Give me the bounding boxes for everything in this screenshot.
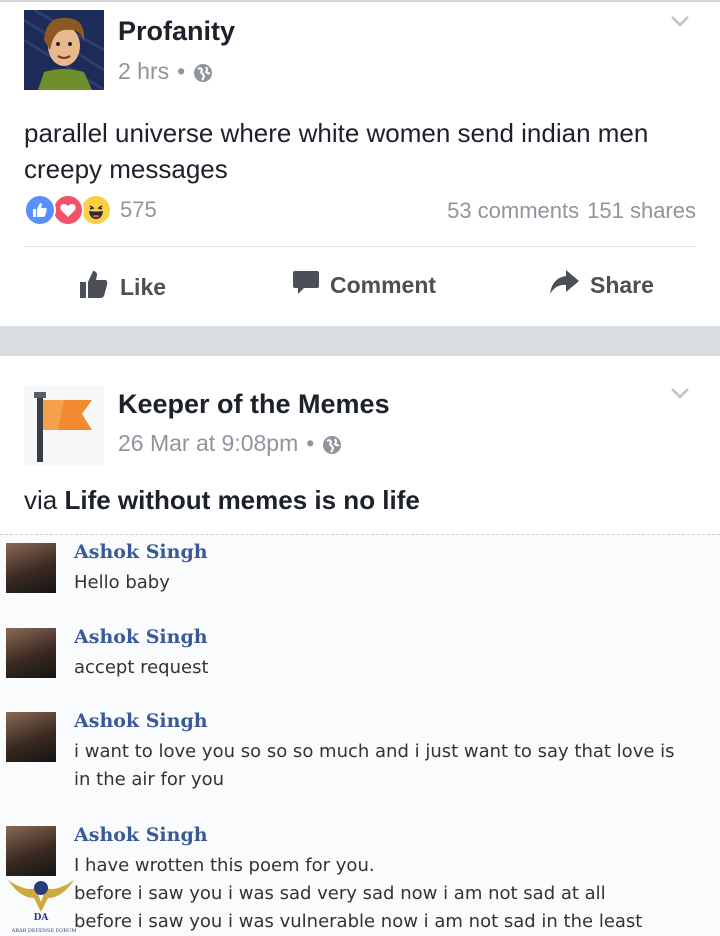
post-author[interactable]: Keeper of the Memes — [118, 389, 390, 420]
sender-name: Ashok Singh — [74, 541, 208, 563]
sender-name: Ashok Singh — [74, 824, 208, 846]
comment-label: Comment — [330, 271, 437, 298]
love-reaction-icon — [52, 194, 84, 226]
post-text: parallel universe where white women send… — [24, 118, 649, 184]
post-author[interactable]: Profanity — [118, 16, 235, 47]
via-line: via Life without memes is no life — [24, 485, 420, 516]
post-meta: 2 hrs • — [118, 58, 213, 85]
post-profanity: Profanity 2 hrs • parallel universe wher… — [0, 0, 720, 326]
watermark-text: ARAB DEFENSE FORUM — [11, 928, 77, 934]
meta-separator: • — [177, 58, 186, 84]
meta-separator: • — [306, 430, 315, 456]
globe-icon — [193, 62, 213, 82]
comment-button[interactable]: Comment — [292, 268, 436, 302]
reactions-count: 575 — [120, 197, 157, 222]
chevron-down-icon[interactable] — [670, 14, 690, 28]
engagement-counts: 53 comments 151 shares — [447, 198, 696, 224]
post-meta: 26 Mar at 9:08pm • — [118, 430, 342, 457]
shared-image-chat[interactable]: Ashok Singh Hello baby Ashok Singh accep… — [0, 534, 720, 936]
svg-text:DA: DA — [34, 913, 50, 922]
via-prefix: via — [24, 485, 58, 515]
shares-count[interactable]: 151 shares — [587, 198, 696, 224]
chevron-down-icon[interactable] — [670, 386, 690, 400]
message-text: i want to love you so so so much and i j… — [74, 741, 675, 790]
sender-avatar — [6, 628, 56, 678]
message-text: Hello baby — [74, 572, 170, 593]
like-button[interactable]: Like — [78, 268, 166, 306]
message-text-line: before i saw you i was vulnerable now i … — [74, 911, 643, 932]
post-time[interactable]: 2 hrs — [118, 58, 169, 85]
share-button[interactable]: Share — [548, 268, 654, 302]
haha-reaction-icon — [80, 194, 112, 226]
like-label: Like — [120, 273, 167, 300]
post-keeper-of-memes: Keeper of the Memes 26 Mar at 9:08pm • v… — [0, 356, 720, 936]
keeper-avatar[interactable] — [24, 386, 104, 466]
sender-avatar — [6, 826, 56, 876]
watermark-logo: DA ARAB DEFENSE FORUM — [6, 872, 76, 934]
sender-name: Ashok Singh — [74, 710, 208, 732]
action-divider — [24, 246, 696, 247]
message-text-line: I have wrotten this poem for you. — [74, 855, 375, 876]
thumbs-up-icon — [78, 268, 110, 306]
message-text-line: before i saw you i was sad very sad now … — [74, 883, 606, 904]
via-source-link[interactable]: Life without memes is no life — [64, 485, 419, 515]
like-reaction-icon — [24, 194, 56, 226]
sender-avatar — [6, 712, 56, 762]
reactions-summary[interactable]: 575 — [24, 194, 157, 226]
post-time[interactable]: 26 Mar at 9:08pm — [118, 430, 298, 457]
message-text: accept request — [74, 657, 209, 678]
feed-divider — [0, 326, 720, 356]
comments-count[interactable]: 53 comments — [447, 198, 579, 224]
sender-name: Ashok Singh — [74, 626, 208, 648]
sender-avatar — [6, 543, 56, 593]
share-label: Share — [590, 271, 654, 298]
share-arrow-icon — [548, 268, 580, 302]
post-actions: Like Comment Share — [0, 268, 720, 308]
globe-icon — [322, 434, 342, 454]
profanity-avatar[interactable] — [24, 10, 104, 90]
comment-icon — [292, 268, 320, 302]
